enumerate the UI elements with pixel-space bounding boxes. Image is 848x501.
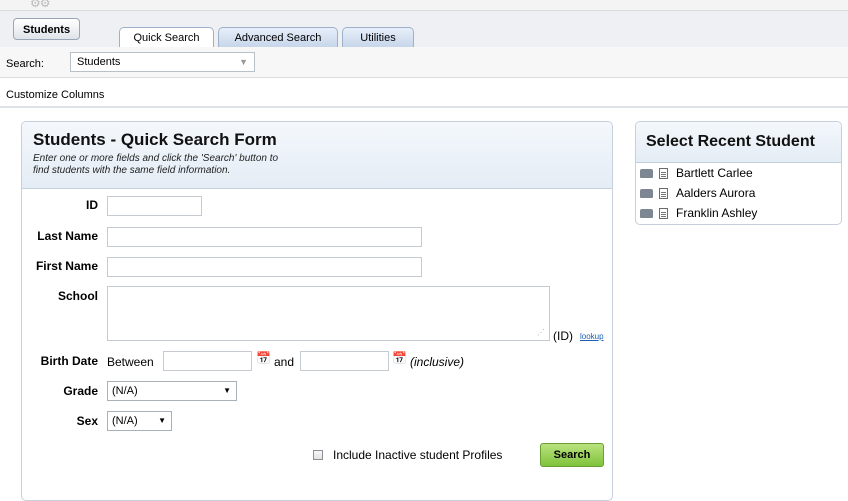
sex-label: Sex bbox=[76, 414, 98, 428]
id-label: ID bbox=[86, 198, 98, 212]
sex-value: (N/A) bbox=[112, 415, 138, 427]
recent-students-title: Select Recent Student bbox=[646, 133, 815, 150]
resize-handle-icon[interactable]: ⋰ bbox=[537, 328, 545, 337]
chevron-down-icon: ▼ bbox=[158, 416, 166, 425]
id-input[interactable] bbox=[107, 196, 202, 216]
search-type-value: Students bbox=[77, 56, 121, 68]
search-label: Search: bbox=[6, 58, 44, 70]
school-textarea[interactable] bbox=[107, 286, 550, 341]
include-inactive-checkbox[interactable] bbox=[313, 450, 323, 460]
search-type-select[interactable]: Students ▼ bbox=[70, 52, 255, 72]
inclusive-text: (inclusive) bbox=[410, 355, 465, 369]
grade-value: (N/A) bbox=[112, 385, 138, 397]
folder-icon[interactable] bbox=[640, 189, 653, 199]
calendar-icon[interactable]: 📅 bbox=[392, 351, 407, 365]
calendar-icon[interactable]: 📅 bbox=[256, 351, 271, 365]
document-icon[interactable] bbox=[659, 208, 668, 220]
search-button[interactable]: Search bbox=[540, 443, 604, 467]
tab-utilities[interactable]: Utilities bbox=[342, 27, 414, 47]
include-inactive-label: Include Inactive student Profiles bbox=[333, 448, 503, 462]
form-description-line2: find students with the same field inform… bbox=[33, 165, 231, 176]
first-name-input[interactable] bbox=[107, 257, 422, 277]
birth-date-label: Birth Date bbox=[40, 354, 98, 368]
chevron-down-icon: ▼ bbox=[239, 57, 248, 67]
divider bbox=[0, 106, 848, 108]
document-icon[interactable] bbox=[659, 168, 668, 180]
birth-date-from-input[interactable] bbox=[163, 351, 252, 371]
tab-quick-search[interactable]: Quick Search bbox=[119, 27, 214, 48]
last-name-label: Last Name bbox=[37, 229, 98, 243]
recent-student-name[interactable]: Aalders Aurora bbox=[676, 186, 755, 200]
tab-advanced-search[interactable]: Advanced Search bbox=[218, 27, 338, 47]
grade-label: Grade bbox=[63, 384, 98, 398]
birth-date-to-input[interactable] bbox=[300, 351, 389, 371]
form-description: Enter one or more fields and click the '… bbox=[33, 153, 278, 177]
recent-student-item[interactable]: Bartlett Carlee bbox=[640, 166, 753, 180]
school-label: School bbox=[57, 289, 98, 303]
folder-icon[interactable] bbox=[640, 209, 653, 219]
students-button[interactable]: Students bbox=[13, 18, 81, 40]
recent-student-item[interactable]: Franklin Ashley bbox=[640, 206, 757, 220]
chevron-down-icon: ▼ bbox=[223, 386, 231, 395]
grade-select[interactable]: (N/A) ▼ bbox=[107, 381, 237, 401]
and-text: and bbox=[274, 355, 295, 369]
last-name-input[interactable] bbox=[107, 227, 422, 247]
school-lookup-link[interactable]: lookup bbox=[580, 332, 604, 341]
document-icon[interactable] bbox=[659, 188, 668, 200]
form-description-line1: Enter one or more fields and click the '… bbox=[33, 153, 279, 164]
sex-select[interactable]: (N/A) ▼ bbox=[107, 411, 172, 431]
recent-student-item[interactable]: Aalders Aurora bbox=[640, 186, 755, 200]
recent-student-name[interactable]: Franklin Ashley bbox=[676, 206, 757, 220]
customize-columns-link[interactable]: Customize Columns bbox=[6, 89, 104, 101]
between-text: Between bbox=[107, 355, 154, 369]
first-name-label: First Name bbox=[35, 259, 98, 273]
folder-icon[interactable] bbox=[640, 169, 653, 179]
form-title: Students - Quick Search Form bbox=[33, 130, 277, 149]
school-id-suffix: (ID) bbox=[553, 329, 573, 343]
gear-icon: ⚙⚙ bbox=[30, 0, 50, 10]
recent-student-name[interactable]: Bartlett Carlee bbox=[676, 166, 753, 180]
top-strip bbox=[0, 0, 848, 11]
